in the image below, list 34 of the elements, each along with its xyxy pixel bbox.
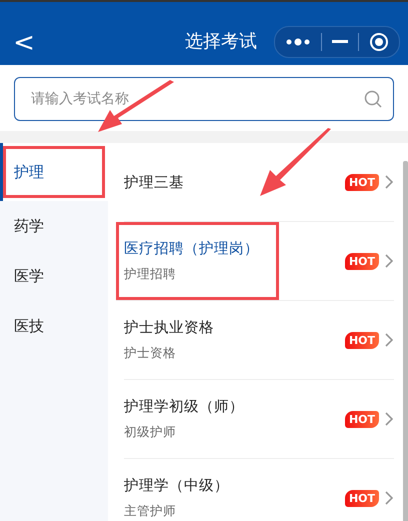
chevron-right-icon: [385, 175, 394, 189]
exam-subtitle: 初级护师: [124, 424, 177, 441]
chevron-right-icon: [385, 491, 394, 505]
exam-title: 医疗招聘（护理岗）: [124, 240, 260, 258]
back-button[interactable]: <: [12, 28, 36, 58]
exam-item[interactable]: 护理学（中级） 主管护师 HOT: [124, 459, 394, 521]
hot-badge: HOT: [344, 174, 379, 190]
page-title: 选择考试: [185, 30, 257, 53]
category-tab[interactable]: 护理: [0, 143, 108, 201]
more-icon[interactable]: [285, 37, 311, 47]
exam-subtitle: 护理招聘: [124, 266, 177, 283]
exam-title: 护士执业资格: [124, 318, 215, 337]
close-icon[interactable]: [369, 32, 389, 52]
exam-title: 护理学（中级）: [124, 476, 230, 495]
hot-badge: HOT: [344, 410, 379, 428]
hot-badge: HOT: [344, 332, 379, 348]
category-tab[interactable]: 医技: [0, 301, 108, 351]
search-field[interactable]: 请输入考试名称: [14, 77, 394, 121]
exam-item[interactable]: 护士执业资格 护士资格 HOT: [124, 301, 394, 380]
hot-badge: HOT: [344, 252, 379, 270]
category-tab[interactable]: 医学: [0, 251, 108, 301]
minimize-icon[interactable]: [332, 40, 348, 44]
search-icon: [364, 90, 382, 108]
exam-item[interactable]: 护理学初级（师） 初级护师 HOT: [124, 380, 394, 459]
chevron-right-icon: [385, 254, 394, 268]
exam-item[interactable]: 医疗招聘（护理岗） 护理招聘 HOT: [116, 222, 394, 301]
exam-title: 护理学初级（师）: [124, 398, 245, 416]
exam-title: 护理三基: [124, 174, 185, 192]
hot-badge: HOT: [344, 490, 379, 506]
exam-subtitle: 护士资格: [124, 345, 177, 362]
chevron-right-icon: [385, 412, 394, 426]
category-tab[interactable]: 药学: [0, 201, 108, 251]
exam-subtitle: 主管护师: [124, 503, 177, 520]
chevron-right-icon: [385, 333, 394, 347]
